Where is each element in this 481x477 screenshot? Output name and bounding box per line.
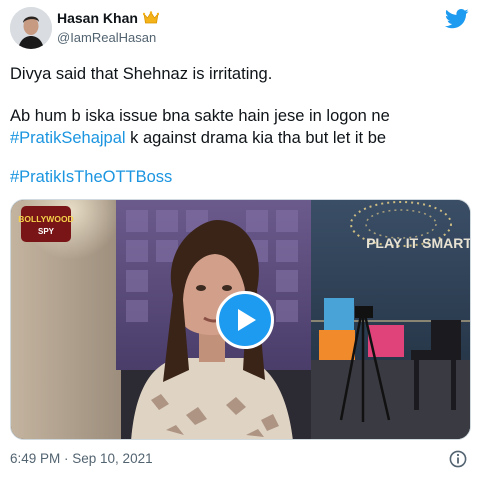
play-icon [238,309,256,331]
info-icon[interactable] [449,450,467,473]
bollywood-spy-logo-subtext: SPY [38,227,55,236]
twitter-bird-icon[interactable] [444,9,469,34]
play-button[interactable] [216,291,274,349]
tweet-text-line-4: #PratikIsTheOTTBoss [10,167,475,188]
hashtag-pratik-sehajpal[interactable]: #PratikSehajpal [10,129,126,147]
tweet-text-line-3-rest: k against drama kia tha but let it be [125,129,387,147]
author-name-text[interactable]: Hasan Khan [57,10,138,26]
tweet-timestamp[interactable]: 6:49 PM · Sep 10, 2021 [10,451,153,466]
hashtag-pratik-is-the-ott-boss[interactable]: #PratikIsTheOTTBoss [10,168,172,186]
tweet-text-line-3: #PratikSehajpal k against drama kia tha … [10,128,475,149]
avatar[interactable] [10,7,52,49]
crown-icon [142,11,160,28]
bollywood-spy-logo-text: BOLLYWOOD [18,214,73,224]
tweet-text-line-2: Ab hum b iska issue bna sakte hain jese … [10,107,390,125]
author-name[interactable]: Hasan Khan [57,10,160,28]
tweet-card: Hasan Khan @IamRealHasan Divya said that… [0,0,481,477]
sign-text: PLAY IT SMART [366,235,471,251]
tweet-text-line-1: Divya said that Shehnaz is irritating. [10,65,273,83]
video-player[interactable]: PLAY IT SMART BOLLYWOOD SPY [10,199,471,440]
author-handle[interactable]: @IamRealHasan [57,30,156,45]
